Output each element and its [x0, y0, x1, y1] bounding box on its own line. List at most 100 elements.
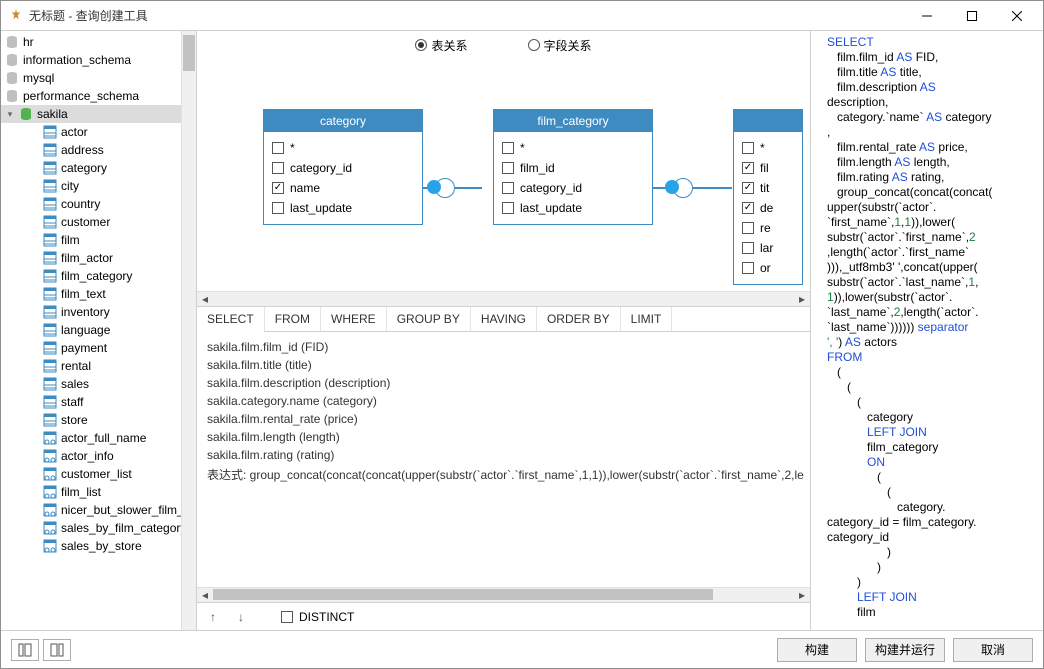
field-checkbox[interactable] — [742, 262, 754, 274]
join-handle[interactable] — [665, 178, 693, 198]
table-item[interactable]: store — [1, 411, 181, 429]
tab-having[interactable]: HAVING — [471, 307, 537, 331]
field-checkbox[interactable] — [272, 202, 284, 214]
tab-select[interactable]: SELECT — [197, 307, 265, 331]
field-checkbox[interactable] — [272, 142, 284, 154]
layout-toggle-2[interactable] — [43, 639, 71, 661]
field-row[interactable]: * — [272, 138, 414, 158]
table-item[interactable]: country — [1, 195, 181, 213]
minimize-button[interactable] — [904, 2, 949, 30]
table-card-film[interactable]: *filtitderelaror — [733, 109, 803, 285]
table-item[interactable]: rental — [1, 357, 181, 375]
sql-preview[interactable]: SELECT film.film_id AS FID, film.title A… — [811, 31, 1043, 630]
field-row[interactable]: last_update — [272, 198, 414, 218]
field-checkbox[interactable] — [742, 162, 754, 174]
distinct-checkbox[interactable]: DISTINCT — [281, 610, 354, 624]
view-item[interactable]: nicer_but_slower_film_list — [1, 501, 181, 519]
build-button[interactable]: 构建 — [777, 638, 857, 662]
field-row[interactable]: or — [742, 258, 794, 278]
db-item[interactable]: performance_schema — [1, 87, 181, 105]
field-row[interactable]: fil — [742, 158, 794, 178]
table-card-category[interactable]: category *category_idnamelast_update — [263, 109, 423, 225]
select-item[interactable]: sakila.category.name (category) — [207, 394, 800, 412]
table-item[interactable]: film — [1, 231, 181, 249]
table-item[interactable]: film_actor — [1, 249, 181, 267]
table-item[interactable]: city — [1, 177, 181, 195]
move-down-button[interactable]: ↓ — [233, 610, 249, 624]
field-row[interactable]: last_update — [502, 198, 644, 218]
field-checkbox[interactable] — [502, 162, 514, 174]
tab-limit[interactable]: LIMIT — [621, 307, 673, 331]
db-item[interactable]: hr — [1, 33, 181, 51]
join-handle[interactable] — [427, 178, 455, 198]
table-item[interactable]: actor — [1, 123, 181, 141]
sidebar-scrollbar[interactable] — [181, 31, 196, 630]
table-item[interactable]: payment — [1, 339, 181, 357]
field-checkbox[interactable] — [502, 182, 514, 194]
field-row[interactable]: tit — [742, 178, 794, 198]
field-row[interactable]: category_id — [272, 158, 414, 178]
collapse-icon[interactable]: ▾ — [5, 109, 15, 120]
select-item[interactable]: 表达式: group_concat(concat(concat(upper(su… — [207, 466, 800, 484]
field-row[interactable]: name — [272, 178, 414, 198]
maximize-button[interactable] — [949, 2, 994, 30]
fold-gutter[interactable] — [813, 35, 827, 620]
select-item[interactable]: sakila.film.length (length) — [207, 430, 800, 448]
tab-where[interactable]: WHERE — [321, 307, 387, 331]
diagram-canvas[interactable]: category *category_idnamelast_update fil… — [197, 59, 810, 291]
field-checkbox[interactable] — [742, 242, 754, 254]
db-item-active[interactable]: ▾sakila — [1, 105, 181, 123]
field-checkbox[interactable] — [502, 202, 514, 214]
radio-field-relation[interactable]: 字段关系 — [528, 37, 592, 54]
radio-table-relation[interactable]: 表关系 — [415, 37, 467, 54]
table-item[interactable]: film_text — [1, 285, 181, 303]
cancel-button[interactable]: 取消 — [953, 638, 1033, 662]
table-item[interactable]: address — [1, 141, 181, 159]
layout-toggle-1[interactable] — [11, 639, 39, 661]
field-checkbox[interactable] — [272, 182, 284, 194]
field-checkbox[interactable] — [742, 202, 754, 214]
select-hscroll[interactable]: ◂ ▸ — [197, 587, 810, 602]
canvas-hscroll[interactable]: ◂ ▸ — [197, 291, 810, 306]
move-up-button[interactable]: ↑ — [205, 610, 221, 624]
table-item[interactable]: customer — [1, 213, 181, 231]
view-item[interactable]: sales_by_store — [1, 537, 181, 555]
table-item[interactable]: category — [1, 159, 181, 177]
scroll-right-icon[interactable]: ▸ — [794, 292, 810, 306]
db-tree[interactable]: hr information_schema mysql performance_… — [1, 31, 181, 630]
select-item[interactable]: sakila.film.title (title) — [207, 358, 800, 376]
tab-orderby[interactable]: ORDER BY — [537, 307, 621, 331]
select-item[interactable]: sakila.film.film_id (FID) — [207, 340, 800, 358]
view-item[interactable]: actor_info — [1, 447, 181, 465]
select-item[interactable]: sakila.film.rating (rating) — [207, 448, 800, 466]
select-columns-list[interactable]: sakila.film.film_id (FID)sakila.film.tit… — [197, 332, 810, 587]
field-checkbox[interactable] — [742, 142, 754, 154]
scroll-right-icon[interactable]: ▸ — [794, 588, 810, 602]
view-item[interactable]: sales_by_film_category — [1, 519, 181, 537]
table-item[interactable]: inventory — [1, 303, 181, 321]
view-item[interactable]: film_list — [1, 483, 181, 501]
db-item[interactable]: mysql — [1, 69, 181, 87]
scroll-left-icon[interactable]: ◂ — [197, 292, 213, 306]
field-row[interactable]: * — [742, 138, 794, 158]
select-item[interactable]: sakila.film.rental_rate (price) — [207, 412, 800, 430]
field-row[interactable]: * — [502, 138, 644, 158]
field-row[interactable]: lar — [742, 238, 794, 258]
table-item[interactable]: film_category — [1, 267, 181, 285]
field-checkbox[interactable] — [502, 142, 514, 154]
field-checkbox[interactable] — [742, 222, 754, 234]
field-row[interactable]: category_id — [502, 178, 644, 198]
tab-from[interactable]: FROM — [265, 307, 321, 331]
field-row[interactable]: de — [742, 198, 794, 218]
select-item[interactable]: sakila.film.description (description) — [207, 376, 800, 394]
table-card-film-category[interactable]: film_category *film_idcategory_idlast_up… — [493, 109, 653, 225]
view-item[interactable]: actor_full_name — [1, 429, 181, 447]
close-button[interactable] — [994, 2, 1039, 30]
table-item[interactable]: staff — [1, 393, 181, 411]
view-item[interactable]: customer_list — [1, 465, 181, 483]
table-item[interactable]: language — [1, 321, 181, 339]
field-checkbox[interactable] — [272, 162, 284, 174]
db-item[interactable]: information_schema — [1, 51, 181, 69]
build-run-button[interactable]: 构建并运行 — [865, 638, 945, 662]
field-checkbox[interactable] — [742, 182, 754, 194]
